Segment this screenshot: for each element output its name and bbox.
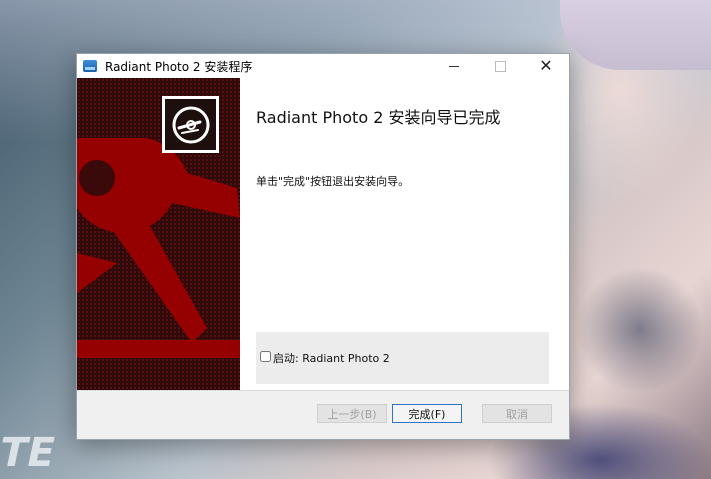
close-button[interactable]: ✕ [523, 54, 569, 78]
banner-shape-bottom [77, 340, 240, 358]
wizard-content: Radiant Photo 2 安装向导已完成 单击"完成"按钮退出安装向导。 … [77, 78, 569, 390]
back-button[interactable]: 上一步(B) [317, 404, 387, 423]
finish-button[interactable]: 完成(F) [392, 404, 462, 423]
launch-option-panel: 启动: Radiant Photo 2 [256, 332, 549, 384]
maximize-icon [494, 60, 506, 72]
installer-window[interactable]: Radiant Photo 2 安装程序 ✕ Radiant Photo 2 安… [76, 53, 570, 440]
title-bar[interactable]: Radiant Photo 2 安装程序 ✕ [77, 54, 569, 78]
window-controls: ✕ [431, 54, 569, 78]
window-title: Radiant Photo 2 安装程序 [105, 59, 253, 74]
completion-heading: Radiant Photo 2 安装向导已完成 [256, 108, 501, 127]
banner-hole [79, 160, 115, 196]
installer-app-icon [83, 60, 97, 72]
instruction-text: 单击"完成"按钮退出安装向导。 [256, 175, 410, 188]
button-bar: 上一步(B) 完成(F) 取消 [77, 390, 569, 439]
minimize-icon [449, 65, 459, 67]
close-icon: ✕ [539, 56, 553, 75]
disc-tile [162, 96, 219, 153]
footer-divider [77, 390, 569, 391]
wallpaper-text: TE [0, 430, 60, 476]
maximize-button[interactable] [477, 54, 523, 78]
launch-app-checkbox[interactable] [260, 351, 271, 362]
minimize-button[interactable] [431, 54, 477, 78]
disc-icon [172, 106, 209, 143]
cancel-button[interactable]: 取消 [482, 404, 552, 423]
side-banner [77, 78, 240, 390]
launch-app-label[interactable]: 启动: Radiant Photo 2 [273, 350, 390, 366]
banner-shape-left [77, 253, 117, 293]
